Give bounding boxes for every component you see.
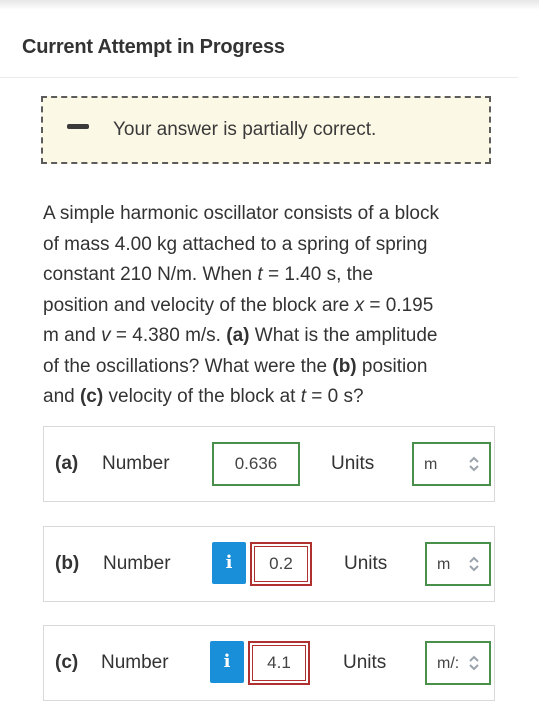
page-title: Current Attempt in Progress	[22, 36, 285, 58]
question-line: = 0 s?	[306, 386, 364, 407]
question-line: constant 210 N/m. When	[43, 264, 258, 285]
units-label-a: Units	[331, 453, 375, 474]
question-line: velocity of the block at	[103, 386, 301, 407]
part-label-c: (c)	[55, 652, 79, 673]
variable-v: v	[101, 325, 111, 346]
answer-input-a[interactable]: 0.636	[212, 442, 300, 486]
part-a-marker: (a)	[226, 325, 250, 346]
answer-row-c: (c) Number i 4.1 Units m/:	[43, 625, 495, 701]
info-icon[interactable]: i	[212, 542, 246, 584]
question-line: = 1.40 s, the	[262, 264, 374, 285]
question-line: = 4.380 m/s.	[110, 325, 227, 346]
question-line: of the oscillations? What were the	[43, 355, 333, 377]
status-text: Your answer is partially correct.	[113, 119, 377, 140]
status-banner: Your answer is partially correct.	[41, 96, 491, 164]
part-label-b: (b)	[55, 553, 80, 574]
units-label-b: Units	[344, 553, 388, 574]
answer-row-a: (a) Number 0.636 Units m	[43, 426, 495, 502]
answer-input-b[interactable]: 0.2	[250, 542, 312, 586]
answer-input-c[interactable]: 4.1	[248, 641, 310, 685]
question-line: m and	[43, 325, 102, 346]
units-label-c: Units	[343, 652, 387, 673]
unit-select-c[interactable]: m/:	[425, 641, 491, 685]
question-line: position and velocity of the block are	[43, 294, 355, 316]
chevron-updown-icon	[469, 456, 479, 472]
number-label-b: Number	[103, 553, 171, 574]
chevron-updown-icon	[469, 556, 479, 572]
question-line: position	[356, 355, 428, 377]
question-line: = 0.195	[364, 294, 434, 316]
question-line: A simple harmonic oscillator consists of…	[43, 203, 439, 224]
question-text: A simple harmonic oscillator consists of…	[43, 199, 498, 413]
unit-value-b: m	[437, 556, 451, 573]
question-line: of mass 4.00 kg attached to a spring of …	[43, 233, 428, 255]
unit-select-b[interactable]: m	[425, 542, 491, 586]
part-label-a: (a)	[55, 453, 79, 474]
minus-icon	[67, 124, 89, 129]
unit-value-c: m/:	[437, 655, 460, 672]
answer-row-b: (b) Number i 0.2 Units m	[43, 526, 495, 602]
unit-value-a: m	[424, 456, 438, 473]
part-b-marker: (b)	[332, 355, 357, 377]
top-shadow	[0, 0, 539, 10]
question-line: and	[43, 386, 80, 407]
variable-x: x	[354, 294, 365, 316]
chevron-updown-icon	[469, 655, 479, 671]
divider	[0, 77, 518, 78]
question-line: What is the amplitude	[249, 325, 438, 346]
info-icon[interactable]: i	[210, 641, 244, 683]
unit-select-a[interactable]: m	[412, 442, 491, 486]
number-label-c: Number	[101, 652, 169, 673]
part-c-marker: (c)	[79, 386, 104, 407]
number-label-a: Number	[102, 453, 170, 474]
